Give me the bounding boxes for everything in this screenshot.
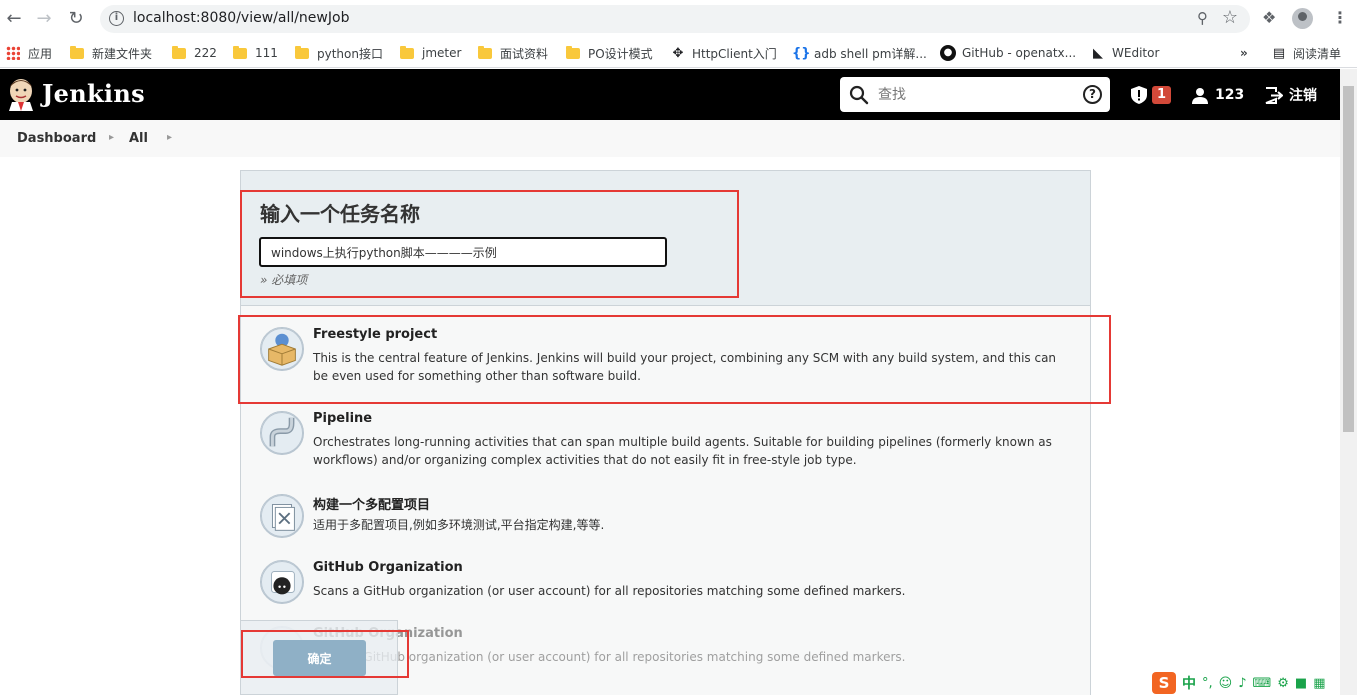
bookmark-folder[interactable]: jmeter	[400, 44, 461, 62]
folder-icon	[566, 45, 580, 59]
bookmark-folder[interactable]: 面试资料	[478, 44, 548, 62]
job-type-title: Pipeline	[313, 411, 373, 426]
weditor-icon: ◣	[1093, 45, 1103, 61]
bookmark-folder[interactable]: 新建文件夹	[70, 44, 152, 62]
bookmark-link[interactable]: ✥ HttpClient入门	[670, 44, 777, 62]
user-icon	[1192, 87, 1208, 104]
browser-menu-icon[interactable]: ⋮	[1332, 8, 1348, 27]
folder-icon	[70, 45, 84, 59]
search-input[interactable]	[878, 84, 1068, 106]
apps-grid-icon	[6, 46, 20, 60]
ime-menu-grid-icon[interactable]: ▦	[1313, 676, 1325, 691]
breadcrumb-chevron-icon[interactable]: ▸	[167, 132, 172, 143]
sogou-ime-icon[interactable]: S	[1152, 672, 1176, 694]
logout-icon	[1265, 86, 1283, 104]
job-type-description: This is the central feature of Jenkins. …	[313, 351, 1057, 383]
reload-icon[interactable]: ↻	[65, 8, 87, 30]
required-hint: » 必填项	[260, 273, 308, 287]
breadcrumb-chevron-icon[interactable]: ▸	[109, 132, 114, 143]
job-name-input[interactable]	[259, 237, 667, 267]
extensions-puzzle-icon[interactable]: ❖	[1262, 8, 1276, 27]
ime-toolbar: S 中 °, ☺ ♪ ⌨ ⚙ ■ ▦	[1150, 671, 1340, 695]
job-type-pipeline[interactable]: Pipeline Orchestrates long-running activ…	[241, 411, 1090, 481]
bookmark-star-icon[interactable]: ☆	[1222, 7, 1238, 28]
ime-punctuation[interactable]: °,	[1202, 676, 1213, 691]
folder-icon	[172, 45, 186, 59]
curly-braces-icon: {}	[792, 45, 811, 61]
back-arrow-icon[interactable]: ←	[3, 8, 25, 30]
github-icon: ●	[940, 45, 956, 61]
search-box: ?	[840, 77, 1110, 112]
job-type-github-org[interactable]: GitHub Organization Scans a GitHub organ…	[241, 560, 1090, 610]
github-org-icon	[260, 560, 304, 604]
folder-icon	[478, 45, 492, 59]
keyboard-icon[interactable]: ⌨	[1253, 676, 1272, 691]
new-job-panel: 输入一个任务名称 » 必填项 Freestyle project This is…	[240, 170, 1091, 695]
scrollbar-thumb[interactable]	[1343, 86, 1354, 432]
job-type-multi-config[interactable]: 构建一个多配置项目 适用于多配置项目,例如多环境测试,平台指定构建,等等.	[241, 494, 1090, 544]
profile-avatar-icon[interactable]	[1292, 8, 1313, 29]
alerts-count-badge: 1	[1152, 86, 1172, 104]
user-menu[interactable]: 123	[1192, 83, 1244, 107]
bookmark-folder[interactable]: python接口	[295, 44, 383, 62]
job-name-section: 输入一个任务名称 » 必填项	[241, 171, 1090, 306]
pipeline-icon	[260, 411, 304, 455]
shield-alert-icon	[1131, 86, 1147, 104]
jenkins-butler-logo-icon[interactable]	[6, 77, 36, 111]
user-name: 123	[1215, 87, 1245, 103]
emoji-icon[interactable]: ☺	[1219, 676, 1233, 691]
search-icon	[849, 85, 869, 105]
ok-button[interactable]: 确定	[273, 640, 366, 676]
logout-link[interactable]: 注销	[1265, 83, 1317, 107]
jenkins-header: Jenkins ? 1 123 注销	[0, 69, 1340, 120]
url-text[interactable]: localhost:8080/view/all/newJob	[133, 10, 349, 26]
tools-icon[interactable]: ⚙	[1277, 676, 1289, 691]
microphone-icon[interactable]: ♪	[1238, 676, 1246, 691]
bookmark-link[interactable]: {} adb shell pm详解...	[792, 44, 927, 62]
job-type-title: GitHub Organization	[313, 560, 463, 575]
folder-icon	[400, 45, 414, 59]
bookmark-folder[interactable]: PO设计模式	[566, 44, 653, 62]
help-question-icon[interactable]: ?	[1083, 85, 1102, 104]
skin-shirt-icon[interactable]: ■	[1295, 676, 1307, 691]
logout-label: 注销	[1289, 88, 1317, 104]
ime-language[interactable]: 中	[1182, 673, 1196, 693]
forward-arrow-icon[interactable]: →	[33, 8, 55, 30]
breadcrumb-dashboard[interactable]: Dashboard	[17, 131, 96, 146]
job-name-heading: 输入一个任务名称	[260, 202, 420, 226]
bookmark-folder[interactable]: 111	[233, 44, 278, 62]
freestyle-box-icon	[260, 327, 304, 371]
job-type-description: 适用于多配置项目,例如多环境测试,平台指定构建,等等.	[313, 518, 605, 532]
job-type-description: Scans a GitHub organization (or user acc…	[313, 650, 906, 664]
bookmark-link[interactable]: ◣ WEditor	[1090, 44, 1159, 62]
job-type-description: Orchestrates long-running activities tha…	[313, 435, 1052, 467]
reading-list-icon: ▤	[1272, 45, 1286, 61]
breadcrumb-all[interactable]: All	[129, 131, 148, 146]
address-bar[interactable]: i localhost:8080/view/all/newJob ⚲ ☆	[100, 5, 1250, 33]
folder-icon	[295, 45, 309, 59]
job-type-description: Scans a GitHub organization (or user acc…	[313, 584, 906, 598]
security-alerts[interactable]: 1	[1130, 83, 1172, 107]
bookmark-apps[interactable]: 应用	[6, 44, 52, 62]
reading-list[interactable]: ▤ 阅读清单	[1271, 44, 1341, 62]
jenkins-title[interactable]: Jenkins	[42, 79, 145, 108]
breadcrumb: Dashboard ▸ All ▸	[0, 120, 1340, 157]
bookmarks-more-chevron-icon[interactable]: »	[1240, 44, 1248, 62]
bookmark-link[interactable]: ● GitHub - openatx...	[940, 44, 1076, 62]
multi-config-icon	[260, 494, 304, 538]
job-type-title: 构建一个多配置项目	[313, 498, 431, 513]
job-type-title: Freestyle project	[313, 327, 438, 342]
link-icon: ✥	[672, 45, 684, 61]
site-info-icon[interactable]: i	[109, 11, 124, 26]
job-type-freestyle[interactable]: Freestyle project This is the central fe…	[241, 327, 1090, 397]
bookmarks-bar: 应用 新建文件夹 222 111 python接口 jmeter 面试资料 PO…	[0, 38, 1357, 68]
zoom-icon[interactable]: ⚲	[1197, 9, 1208, 27]
folder-icon	[233, 45, 247, 59]
browser-toolbar: ← → ↻ i localhost:8080/view/all/newJob ⚲…	[0, 0, 1357, 38]
bookmark-folder[interactable]: 222	[172, 44, 217, 62]
